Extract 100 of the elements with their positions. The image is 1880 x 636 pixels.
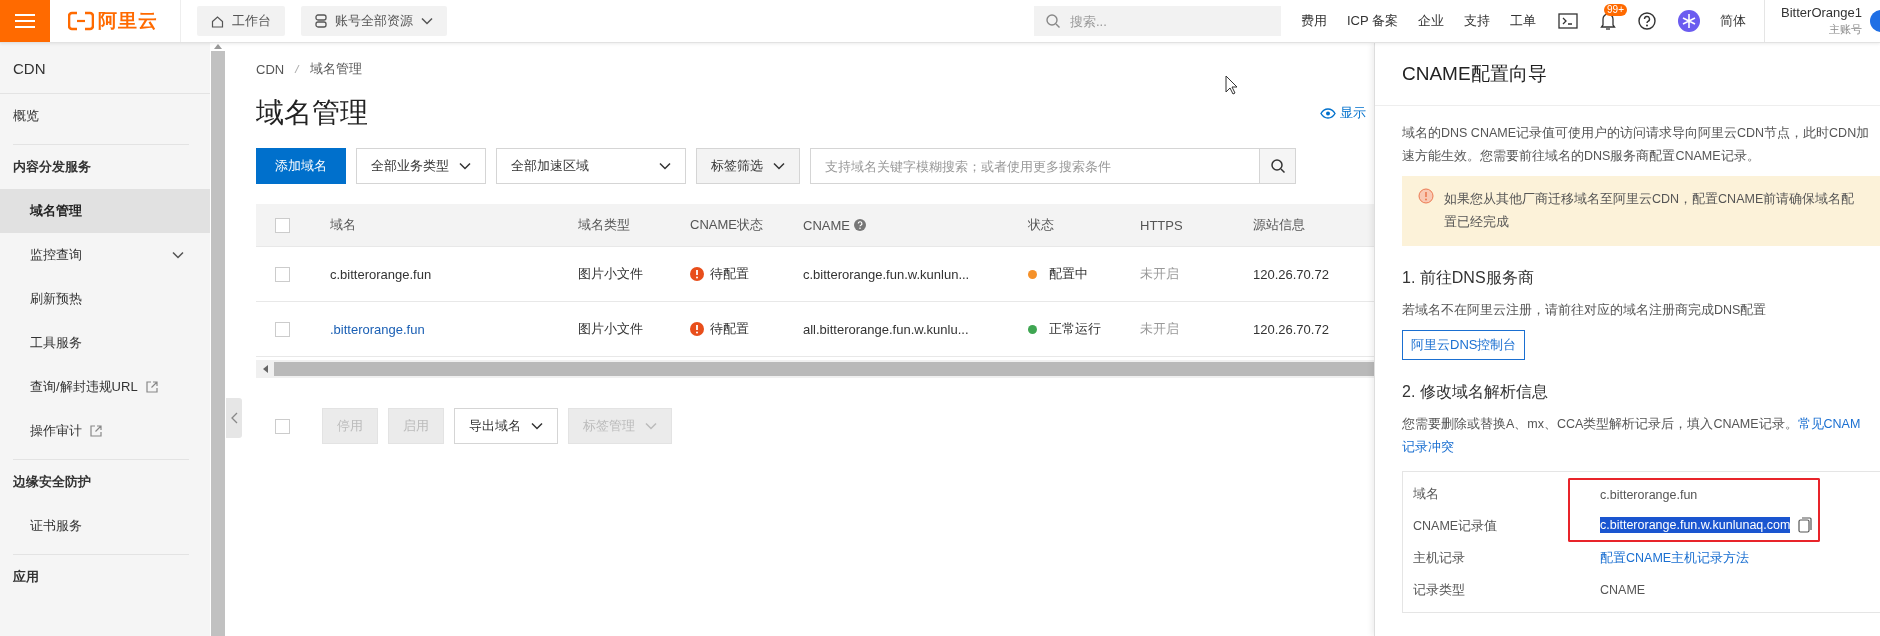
sidebar-item[interactable]: 操作审计: [0, 409, 210, 453]
table-cell: 图片小文件: [578, 265, 643, 283]
resource-selector[interactable]: 账号全部资源: [301, 6, 447, 36]
warning-icon: [690, 267, 704, 281]
table-cell: 待配置: [710, 265, 749, 283]
nav-link[interactable]: 企业: [1418, 12, 1445, 30]
collapse-handle[interactable]: [226, 398, 242, 438]
horizontal-scrollbar[interactable]: [256, 360, 1374, 378]
sidebar-item[interactable]: 域名管理: [0, 189, 210, 233]
column-header: 源站信息: [1253, 216, 1305, 234]
notice-text: 如果您从其他厂商迁移域名至阿里云CDN，配置CNAME前请确保域名配置已经完成: [1444, 191, 1856, 231]
workbench-button[interactable]: 工作台: [197, 6, 285, 36]
intro-text: 域名的DNS CNAME记录值可使用户的访问请求导向阿里云CDN节点，此时CDN加: [1402, 125, 1871, 142]
breadcrumb-separator-icon: [294, 64, 301, 74]
filter-dropdown[interactable]: 全部加速区域: [496, 148, 686, 184]
bell-icon[interactable]: [1600, 12, 1617, 30]
action-button[interactable]: 导出域名: [454, 408, 558, 444]
record-value: c.bitterorange.fun.w.kunlunaq.com: [1600, 517, 1791, 533]
sidebar-item[interactable]: 刷新预热: [0, 277, 210, 321]
logo-icon: [68, 11, 94, 31]
scrollbar[interactable]: [210, 43, 226, 636]
chevron-down-icon: [459, 162, 471, 170]
notification-badge: 99+: [1604, 4, 1628, 16]
table-cell: 图片小文件: [578, 320, 643, 338]
nav-link[interactable]: 支持: [1464, 12, 1491, 30]
sidebar-item[interactable]: 监控查询: [0, 233, 210, 277]
account-role: 主账号: [1829, 22, 1862, 37]
column-header: 域名类型: [578, 216, 630, 234]
sidebar-heading: 边缘安全防护: [12, 473, 92, 491]
terminal-icon[interactable]: [1558, 13, 1579, 29]
table-cell: 正常运行: [1049, 320, 1101, 338]
account-name[interactable]: BitterOrange1: [1781, 5, 1862, 21]
domain-link[interactable]: .bitterorange.fun: [330, 321, 425, 337]
nav-link[interactable]: 简体: [1720, 12, 1747, 30]
table-cell: 未开启: [1140, 265, 1179, 283]
column-header: 域名: [330, 216, 356, 234]
step-text: 若域名不在阿里云注册，请前往对应的域名注册商完成DNS配置: [1402, 302, 1768, 319]
sidebar-item[interactable]: 工具服务: [0, 321, 210, 365]
help-link[interactable]: 记录冲突: [1402, 440, 1454, 454]
nav-link[interactable]: 费用: [1301, 12, 1327, 30]
sidebar-heading: 应用: [12, 568, 40, 586]
scroll-left-icon: [262, 365, 268, 373]
chevron-down-icon: [172, 251, 184, 259]
warning-icon: [1418, 188, 1434, 204]
add-domain-button[interactable]: 添加域名: [256, 148, 346, 184]
help-icon[interactable]: [1638, 12, 1657, 30]
record-value: c.bitterorange.fun: [1600, 488, 1698, 502]
nav-link[interactable]: ICP 备案: [1347, 12, 1399, 30]
table-cell: 120.26.70.72: [1253, 321, 1329, 337]
chevron-left-icon: [230, 412, 238, 424]
filter-dropdown[interactable]: 标签筛选: [696, 148, 800, 184]
menu-icon: [15, 13, 35, 29]
table-cell: 待配置: [710, 320, 749, 338]
search-button[interactable]: [1259, 149, 1295, 183]
chevron-down-icon: [659, 162, 671, 170]
sidebar-item[interactable]: 概览: [0, 94, 210, 138]
checkbox[interactable]: [275, 418, 290, 434]
eye-icon: [1320, 107, 1336, 119]
help-icon: [853, 219, 866, 231]
step-title: 1. 前往DNS服务商: [1402, 268, 1535, 288]
table-cell: all.bitterorange.fun.w.kunlu...: [803, 321, 969, 337]
checkbox[interactable]: [275, 266, 290, 282]
domain-text: c.bitterorange.fun: [330, 266, 432, 282]
checkbox[interactable]: [275, 321, 290, 337]
step-title: 2. 修改域名解析信息: [1402, 382, 1549, 402]
menu-button[interactable]: [0, 0, 50, 42]
stack-icon: [315, 14, 327, 28]
table-cell: 未开启: [1140, 320, 1179, 338]
record-label: 域名: [1413, 485, 1439, 503]
avatar-icon[interactable]: [1678, 10, 1701, 32]
sidebar-item[interactable]: 查询/解封违规URL: [0, 365, 210, 409]
record-label: 记录类型: [1413, 581, 1465, 599]
table-cell: c.bitterorange.fun.w.kunlun...: [803, 266, 970, 282]
table-cell: 120.26.70.72: [1253, 266, 1329, 282]
step-text: 您需要删除或替换A、mx、CCA类型解析记录后，填入CNAME记录。: [1402, 417, 1798, 431]
sidebar-heading: 内容分发服务: [12, 158, 92, 176]
chevron-down-icon: [421, 17, 433, 25]
breadcrumb-item[interactable]: CDN: [256, 61, 285, 77]
record-link[interactable]: 配置CNAME主机记录方法: [1600, 549, 1750, 567]
column-header: CNAME: [803, 217, 850, 233]
nav-link[interactable]: 工单: [1510, 12, 1537, 30]
show-link[interactable]: 显示: [1320, 104, 1366, 122]
sidebar-item[interactable]: 证书服务: [0, 504, 210, 548]
column-header: 状态: [1028, 216, 1054, 234]
record-value: CNAME: [1600, 583, 1646, 597]
drawer-title: CNAME配置向导: [1402, 62, 1547, 86]
checkbox[interactable]: [275, 217, 290, 233]
external-link-icon: [145, 381, 158, 393]
search-icon: [1270, 159, 1285, 173]
search-field[interactable]: 搜索...: [1034, 6, 1281, 36]
copy-icon[interactable]: [1798, 517, 1813, 533]
help-link[interactable]: 常见CNAM: [1797, 417, 1861, 431]
warning-icon: [690, 322, 704, 336]
search-input[interactable]: 搜索...: [1068, 12, 1252, 30]
record-label: 主机记录: [1413, 549, 1465, 567]
dns-console-button[interactable]: 阿里云DNS控制台: [1402, 330, 1526, 360]
filter-dropdown[interactable]: 全部业务类型: [356, 148, 486, 184]
intro-text: 速方能生效。您需要前往域名的DNS服务商配置CNAME记录。: [1402, 148, 1761, 165]
breadcrumb-item: 域名管理: [310, 60, 363, 78]
page-title: 域名管理: [256, 96, 368, 130]
